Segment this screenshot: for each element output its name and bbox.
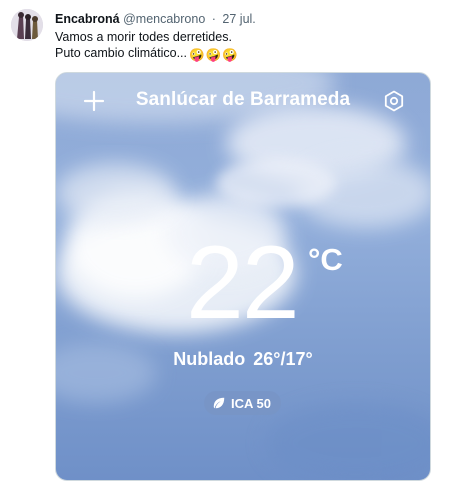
condition-label: Nublado — [173, 349, 246, 369]
aqi-label: ICA 50 — [231, 395, 271, 411]
city-name: Sanlúcar de Barrameda — [135, 89, 351, 110]
weather-image[interactable]: Sanlúcar de Barrameda 22 °C Nublado 26°/1… — [55, 72, 431, 481]
tweet-date[interactable]: 27 jul. — [222, 12, 255, 26]
emoji-row: 🤪🤪🤪 — [189, 47, 239, 63]
tweet-text: Vamos a morir todes derretides. Puto cam… — [55, 29, 239, 63]
tweet[interactable]: Encabroná @mencabrono · 27 jul. Vamos a … — [0, 0, 450, 483]
tweet-header: Encabroná @mencabrono · 27 jul. — [55, 12, 256, 27]
gear-icon[interactable] — [382, 89, 406, 113]
zany-face-emoji: 🤪 — [189, 48, 205, 62]
display-name[interactable]: Encabroná — [55, 12, 120, 26]
avatar[interactable] — [11, 9, 43, 41]
temperature-range: 26°/17° — [253, 349, 313, 369]
tweet-text-line-2: Puto cambio climático... 🤪🤪🤪 — [55, 45, 239, 63]
weather-top-bar: Sanlúcar de Barrameda — [56, 73, 430, 129]
aqi-badge[interactable]: ICA 50 — [204, 391, 281, 415]
weather-condition: Nublado 26°/17° — [56, 349, 430, 370]
temperature-value: 22 — [186, 225, 300, 341]
separator: · — [211, 12, 216, 26]
tweet-text-line-1: Vamos a morir todes derretides. — [55, 30, 232, 44]
user-handle[interactable]: @mencabrono — [123, 12, 205, 26]
temperature-unit: °C — [308, 242, 343, 277]
zany-face-emoji: 🤪 — [205, 48, 222, 62]
zany-face-emoji: 🤪 — [222, 48, 238, 62]
tweet-text-line-2-text: Puto cambio climático... — [55, 46, 187, 60]
leaf-icon — [213, 397, 225, 409]
